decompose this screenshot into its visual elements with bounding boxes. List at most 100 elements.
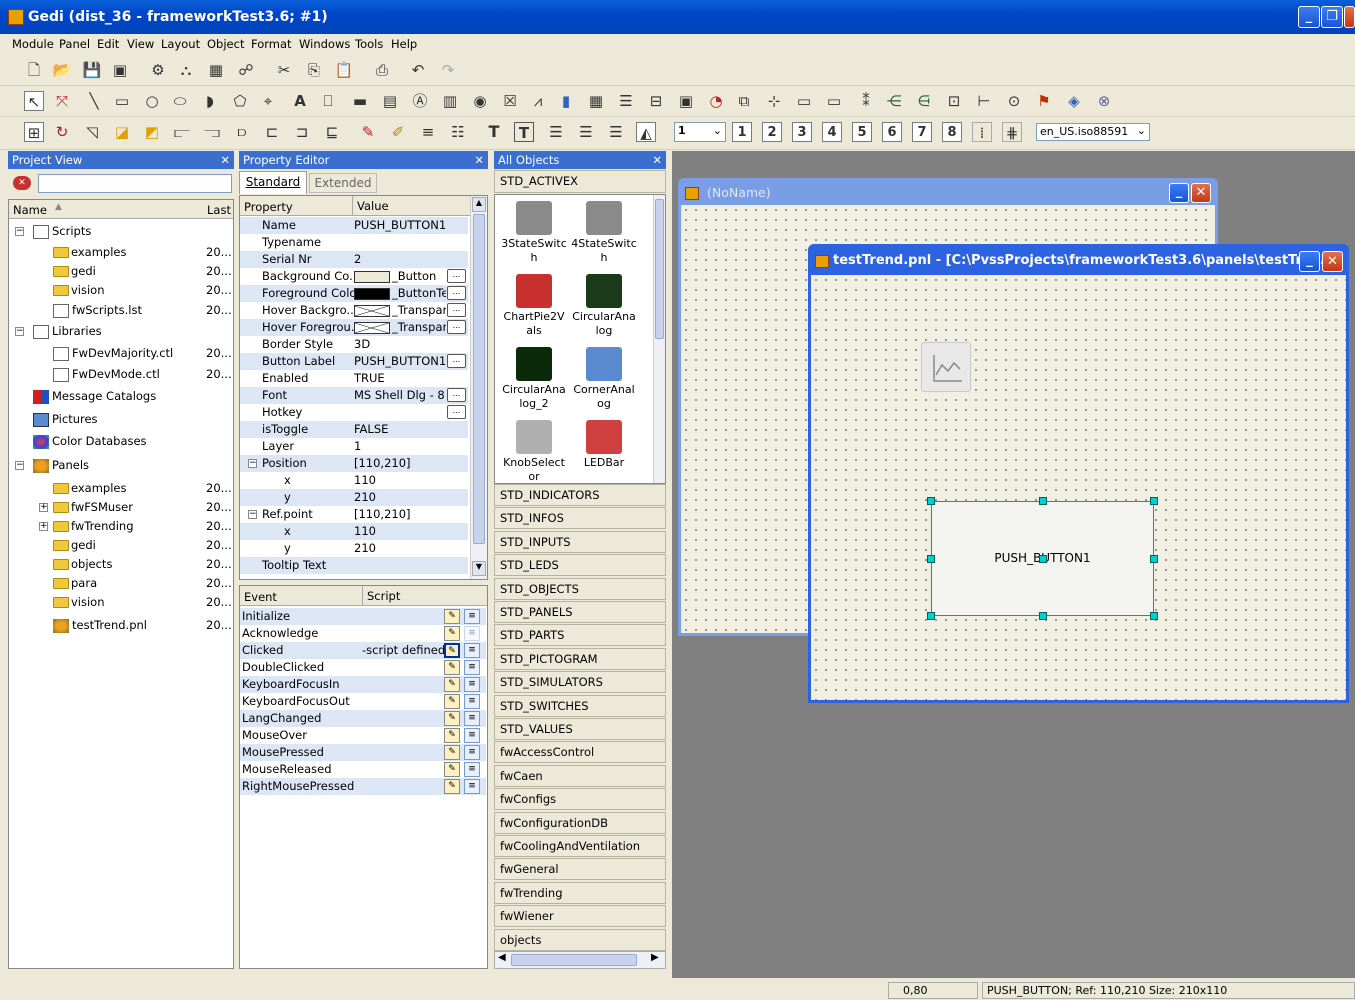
category-item[interactable]: STD_INFOS bbox=[494, 507, 666, 530]
layer-button-3[interactable]: 3 bbox=[792, 122, 812, 142]
property-row[interactable]: Hover Backgro..._Transparent... bbox=[240, 302, 468, 319]
script-edit-icon[interactable]: ≡ bbox=[464, 762, 480, 777]
category-item[interactable]: STD_PANELS bbox=[494, 601, 666, 623]
script-edit-icon[interactable]: ≡ bbox=[464, 728, 480, 743]
tab-standard[interactable]: Standard bbox=[239, 171, 307, 194]
table-icon[interactable]: ▦ bbox=[586, 91, 606, 111]
close-icon[interactable]: ✕ bbox=[474, 151, 484, 169]
trend-panel-window[interactable]: testTrend.pnl - [C:\PvssProjects\framewo… bbox=[808, 244, 1349, 703]
property-row[interactable]: Ref.point [110,210] − bbox=[240, 506, 468, 523]
layer-button-1[interactable]: 1 bbox=[732, 122, 752, 142]
resize-handle-ne[interactable] bbox=[1150, 497, 1158, 505]
event-row[interactable]: RightMousePressed ✎ ≡ bbox=[240, 778, 486, 795]
group-icon[interactable]: ⊏ bbox=[262, 122, 282, 142]
script-wizard-icon[interactable]: ✎ bbox=[444, 694, 460, 709]
property-row[interactable]: x 110 bbox=[240, 472, 468, 489]
back-icon[interactable]: ◩ bbox=[142, 122, 162, 142]
font-icon[interactable]: T bbox=[484, 122, 504, 142]
ellipsis-button[interactable]: ... bbox=[447, 320, 466, 334]
settings-icon[interactable]: ⚙ bbox=[148, 60, 168, 80]
gallery-scrollbar[interactable] bbox=[653, 195, 665, 483]
scroll-thumb[interactable] bbox=[473, 214, 485, 544]
expand-icon[interactable]: + bbox=[39, 522, 48, 531]
category-item[interactable]: STD_PARTS bbox=[494, 624, 666, 647]
fill-color-icon[interactable]: ✐ bbox=[388, 122, 408, 142]
trend-canvas[interactable]: PUSH_BUTTON1 bbox=[811, 275, 1346, 700]
category-item[interactable]: fwAccessControl bbox=[494, 741, 666, 764]
tab-icon[interactable]: ⊟ bbox=[646, 91, 666, 111]
event-row[interactable]: LangChanged ✎ ≡ bbox=[240, 710, 486, 727]
event-row[interactable]: KeyboardFocusOut ✎ ≡ bbox=[240, 693, 486, 710]
script-edit-icon[interactable]: ≡ bbox=[464, 677, 480, 692]
property-row[interactable]: y 210 bbox=[240, 540, 468, 557]
tree-item[interactable]: FwDevMajority.ctl bbox=[53, 344, 223, 363]
line-style-icon[interactable]: ≡ bbox=[418, 122, 438, 142]
category-item[interactable]: fwGeneral bbox=[494, 858, 666, 881]
menu-view[interactable]: View bbox=[127, 37, 154, 51]
cancel-tool-icon[interactable]: ⊗ bbox=[1094, 91, 1114, 111]
menu-format[interactable]: Format bbox=[251, 37, 292, 51]
close-icon[interactable]: ✕ bbox=[1322, 251, 1343, 272]
radio-icon[interactable]: ◉ bbox=[470, 91, 490, 111]
collapse-icon[interactable]: − bbox=[15, 227, 24, 236]
property-row[interactable]: Name PUSH_BUTTON1 bbox=[240, 217, 468, 234]
layer-button-7[interactable]: 7 bbox=[912, 122, 932, 142]
hscroll-thumb[interactable] bbox=[511, 954, 637, 966]
property-row[interactable]: y 210 bbox=[240, 489, 468, 506]
tree-item[interactable]: examples bbox=[53, 479, 223, 498]
tree-item[interactable]: gedi bbox=[53, 262, 223, 281]
property-row[interactable]: isToggle FALSE bbox=[240, 421, 468, 438]
property-row[interactable]: Hotkey... bbox=[240, 404, 468, 421]
ellipsis-button[interactable]: ... bbox=[447, 354, 466, 368]
line-width-icon[interactable]: ☷ bbox=[448, 122, 468, 142]
category-item[interactable]: STD_INPUTS bbox=[494, 530, 666, 553]
picture-icon[interactable]: ▦ bbox=[206, 60, 226, 80]
tree-item[interactable]: Color Databases bbox=[33, 432, 223, 451]
category-item[interactable]: fwConfigs bbox=[494, 788, 666, 811]
event-row[interactable]: Acknowledge ✎ ≡ bbox=[240, 625, 486, 642]
property-row[interactable]: Foreground Color_ButtonText... bbox=[240, 285, 468, 302]
dpe2-icon[interactable]: ⋳ bbox=[914, 91, 934, 111]
script-wizard-icon[interactable]: ✎ bbox=[444, 728, 460, 743]
category-item[interactable]: objects bbox=[494, 928, 666, 951]
category-item[interactable]: STD_VALUES bbox=[494, 718, 666, 740]
minimize-icon[interactable]: _ bbox=[1298, 6, 1320, 28]
col-last[interactable]: Last bbox=[207, 203, 231, 217]
tree-item[interactable]: FwDevMode.ctl bbox=[53, 365, 223, 384]
wizard-icon[interactable]: ⚑ bbox=[1034, 91, 1054, 111]
property-row[interactable]: Serial Nr 2 bbox=[240, 251, 468, 268]
button-tool-icon[interactable]: ▬ bbox=[350, 91, 370, 111]
undo-icon[interactable]: ↶ bbox=[408, 60, 428, 80]
category-item[interactable]: STD_LEDS bbox=[494, 554, 666, 577]
category-item[interactable]: fwTrending bbox=[494, 881, 666, 904]
dpe-icon[interactable]: ⋲ bbox=[884, 91, 904, 111]
script-edit-icon[interactable]: ≡ bbox=[464, 779, 480, 794]
layer-button-4[interactable]: 4 bbox=[822, 122, 842, 142]
close-icon[interactable]: ✕ bbox=[220, 151, 230, 169]
minimize-icon[interactable]: _ bbox=[1169, 183, 1189, 203]
embedded-icon[interactable]: ⊡ bbox=[944, 91, 964, 111]
cascade-icon[interactable]: ⁑ bbox=[856, 91, 876, 111]
snap-icon[interactable]: ⊑ bbox=[322, 122, 342, 142]
resize-handle-sw[interactable] bbox=[927, 612, 935, 620]
script-wizard-icon[interactable]: ✎ bbox=[444, 762, 460, 777]
collapse-icon[interactable]: − bbox=[15, 327, 24, 336]
object-tile[interactable]: CircularAnalog bbox=[571, 274, 637, 338]
resize-handle-n[interactable] bbox=[1039, 497, 1047, 505]
event-row[interactable]: MouseOver ✎ ≡ bbox=[240, 727, 486, 744]
bar-chart-icon[interactable]: ▮ bbox=[556, 91, 576, 111]
tree-item[interactable]: para bbox=[53, 574, 223, 593]
property-row[interactable]: Button Label PUSH_BUTTON1... bbox=[240, 353, 468, 370]
resize-handle-e[interactable] bbox=[1150, 555, 1158, 563]
event-row[interactable]: Initialize ✎ ≡ bbox=[240, 608, 486, 625]
resize-handle-s[interactable] bbox=[1039, 612, 1047, 620]
select-tool-icon[interactable]: ⤧ bbox=[52, 91, 72, 111]
script-wizard-icon[interactable]: ✎ bbox=[444, 711, 460, 726]
object-tile[interactable]: KnobSelector bbox=[501, 420, 567, 483]
align-left-icon[interactable]: ⫍ bbox=[172, 122, 192, 142]
menu-object[interactable]: Object bbox=[207, 37, 244, 51]
menu-layout[interactable]: Layout bbox=[161, 37, 200, 51]
polyline-icon[interactable]: ⌖ bbox=[258, 91, 278, 111]
ellipsis-button[interactable]: ... bbox=[447, 286, 466, 300]
event-row[interactable]: MousePressed ✎ ≡ bbox=[240, 744, 486, 761]
